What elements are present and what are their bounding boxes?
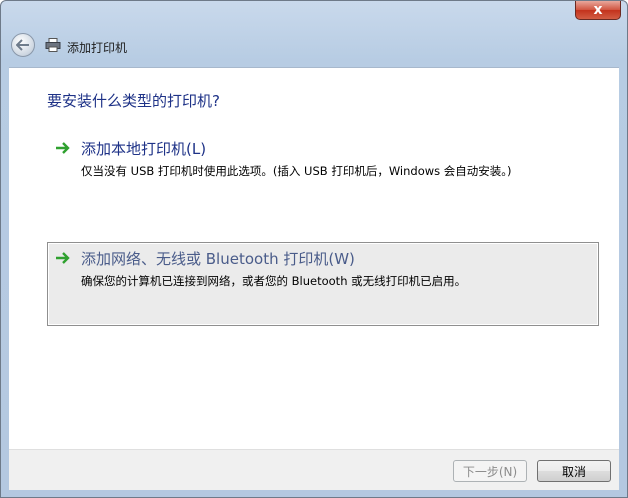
add-network-printer-description: 确保您的计算机已连接到网络，或者您的 Bluetooth 或无线打印机已启用。 <box>81 274 467 288</box>
green-arrow-icon <box>56 252 70 264</box>
add-printer-window: x 添加打印机 要安装什么类型的打印机? 添加本地打印机(L) 仅当没有 USB… <box>0 0 628 498</box>
window-title: 添加打印机 <box>67 41 128 55</box>
printer-icon <box>45 38 61 52</box>
back-arrow-icon <box>16 39 29 51</box>
close-button[interactable]: x <box>575 1 621 20</box>
add-network-printer-option[interactable]: 添加网络、无线或 Bluetooth 打印机(W) 确保您的计算机已连接到网络，… <box>47 242 599 326</box>
navigation-bar: 添加打印机 <box>1 29 627 63</box>
cancel-button[interactable]: 取消 <box>537 460 611 482</box>
next-button[interactable]: 下一步(N) <box>453 460 527 482</box>
wizard-content: 要安装什么类型的打印机? 添加本地打印机(L) 仅当没有 USB 打印机时使用此… <box>9 67 619 450</box>
add-local-printer-title: 添加本地打印机(L) <box>81 140 207 158</box>
back-button[interactable] <box>11 33 35 57</box>
wizard-footer: 下一步(N) 取消 <box>9 449 619 490</box>
add-local-printer-option[interactable]: 添加本地打印机(L) 仅当没有 USB 打印机时使用此选项。(插入 USB 打印… <box>47 132 599 216</box>
close-icon: x <box>593 2 603 18</box>
add-network-printer-title: 添加网络、无线或 Bluetooth 打印机(W) <box>81 250 355 268</box>
green-arrow-icon <box>56 142 70 154</box>
page-heading: 要安装什么类型的打印机? <box>47 92 220 110</box>
add-local-printer-description: 仅当没有 USB 打印机时使用此选项。(插入 USB 打印机后，Windows … <box>81 164 512 178</box>
